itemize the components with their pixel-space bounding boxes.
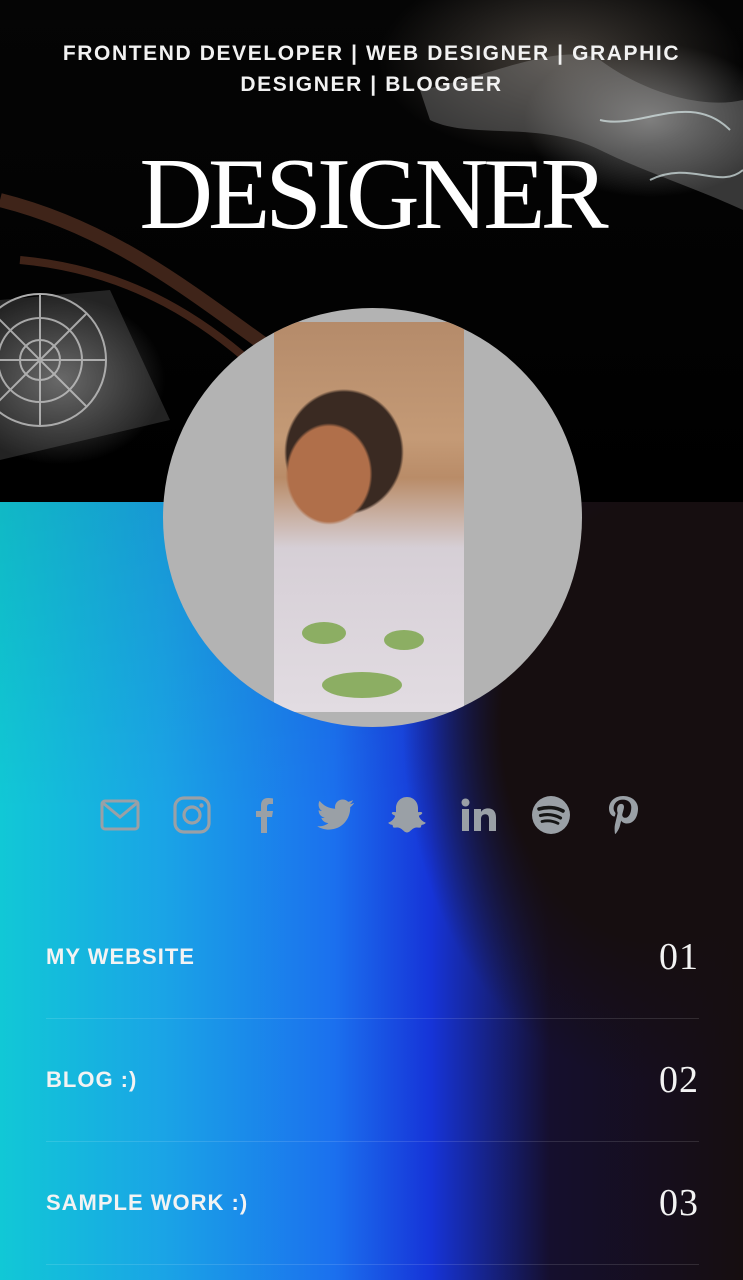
link-blog[interactable]: BLOG :) 02 [46, 1019, 699, 1142]
shirt-pattern [322, 672, 402, 698]
shirt-pattern [384, 630, 424, 650]
avatar [163, 308, 582, 727]
link-label: MY WEBSITE [46, 944, 195, 969]
link-label: SAMPLE WORK :) [46, 1190, 249, 1215]
social-links [99, 794, 644, 836]
spotify-icon[interactable] [530, 794, 572, 836]
facebook-icon[interactable] [243, 794, 285, 836]
linkedin-icon[interactable] [458, 794, 500, 836]
link-list: MY WEBSITE 01 BLOG :) 02 SAMPLE WORK :) … [46, 896, 699, 1265]
link-sample-work[interactable]: SAMPLE WORK :) 03 [46, 1142, 699, 1265]
link-number: 01 [659, 936, 699, 978]
link-label: BLOG :) [46, 1067, 138, 1092]
page-tagline: FRONTEND DEVELOPER | WEB DESIGNER | GRAP… [62, 42, 681, 96]
link-my-website[interactable]: MY WEBSITE 01 [46, 896, 699, 1019]
pinterest-icon[interactable] [602, 794, 644, 836]
twitter-icon[interactable] [315, 794, 357, 836]
instagram-icon[interactable] [171, 794, 213, 836]
link-number: 03 [659, 1182, 699, 1224]
shirt-pattern [302, 622, 346, 644]
profile-photo [274, 322, 464, 712]
page-title: DESIGNER [139, 138, 608, 251]
snapchat-icon[interactable] [386, 794, 428, 836]
mail-icon[interactable] [99, 794, 141, 836]
link-number: 02 [659, 1059, 699, 1101]
